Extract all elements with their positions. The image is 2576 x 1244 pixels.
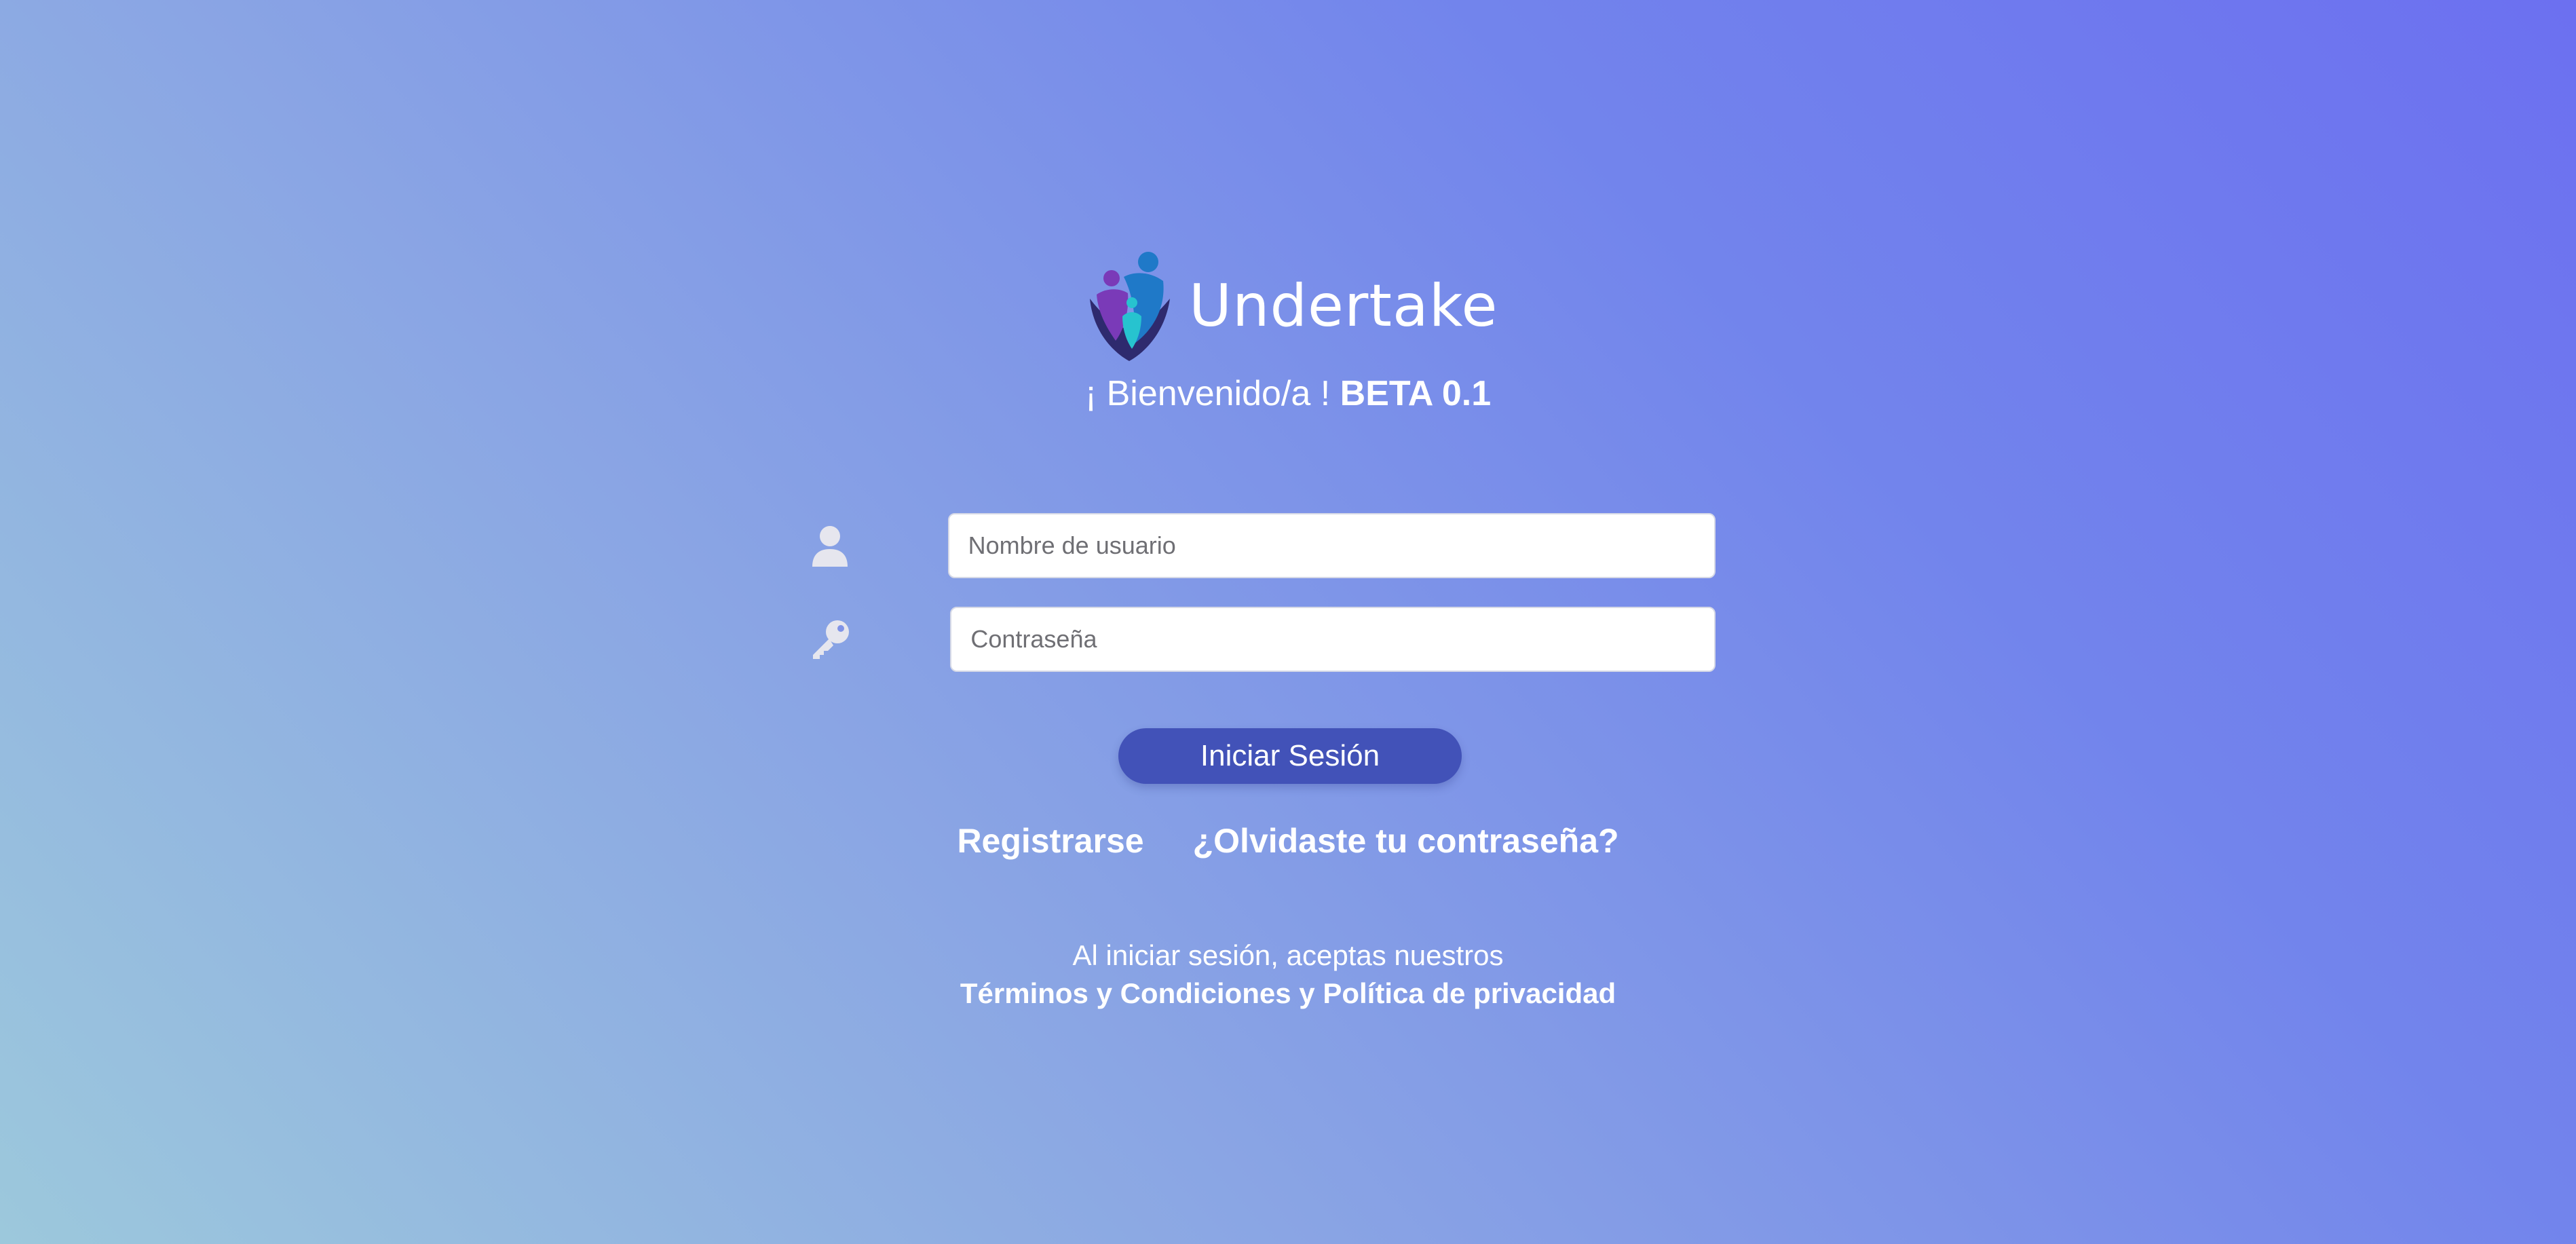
password-input[interactable]	[950, 607, 1716, 672]
terms-notice: Al iniciar sesión, aceptas nuestros Térm…	[0, 937, 2576, 1013]
brand-header: Undertake	[1086, 248, 1498, 364]
welcome-text: ¡ Bienvenido/a !	[1084, 374, 1340, 413]
username-row	[806, 511, 1716, 580]
forgot-password-link[interactable]: ¿Olvidaste tu contraseña?	[1193, 821, 1619, 861]
register-link[interactable]: Registrarse	[957, 821, 1143, 861]
brand-name: Undertake	[1189, 272, 1498, 340]
privacy-link[interactable]: Política de privacidad	[1323, 977, 1616, 1009]
welcome-message: ¡ Bienvenido/a ! BETA 0.1	[0, 373, 2576, 414]
account-links: Registrarse ¿Olvidaste tu contraseña?	[0, 821, 2576, 861]
login-button[interactable]: Iniciar Sesión	[1118, 728, 1462, 784]
password-row	[806, 605, 1716, 674]
key-icon	[808, 616, 852, 663]
login-page: Undertake ¡ Bienvenido/a ! BETA 0.1 Inic…	[0, 0, 2576, 1244]
username-input[interactable]	[947, 513, 1716, 578]
version-label: BETA 0.1	[1340, 374, 1492, 413]
user-icon	[808, 522, 853, 569]
terms-conjunction: y	[1291, 977, 1323, 1009]
terms-links: Términos y Condiciones y Política de pri…	[0, 975, 2576, 1013]
terms-intro: Al iniciar sesión, aceptas nuestros	[1072, 939, 1504, 971]
shield-family-logo	[1090, 252, 1170, 361]
terms-link[interactable]: Términos y Condiciones	[960, 977, 1291, 1009]
